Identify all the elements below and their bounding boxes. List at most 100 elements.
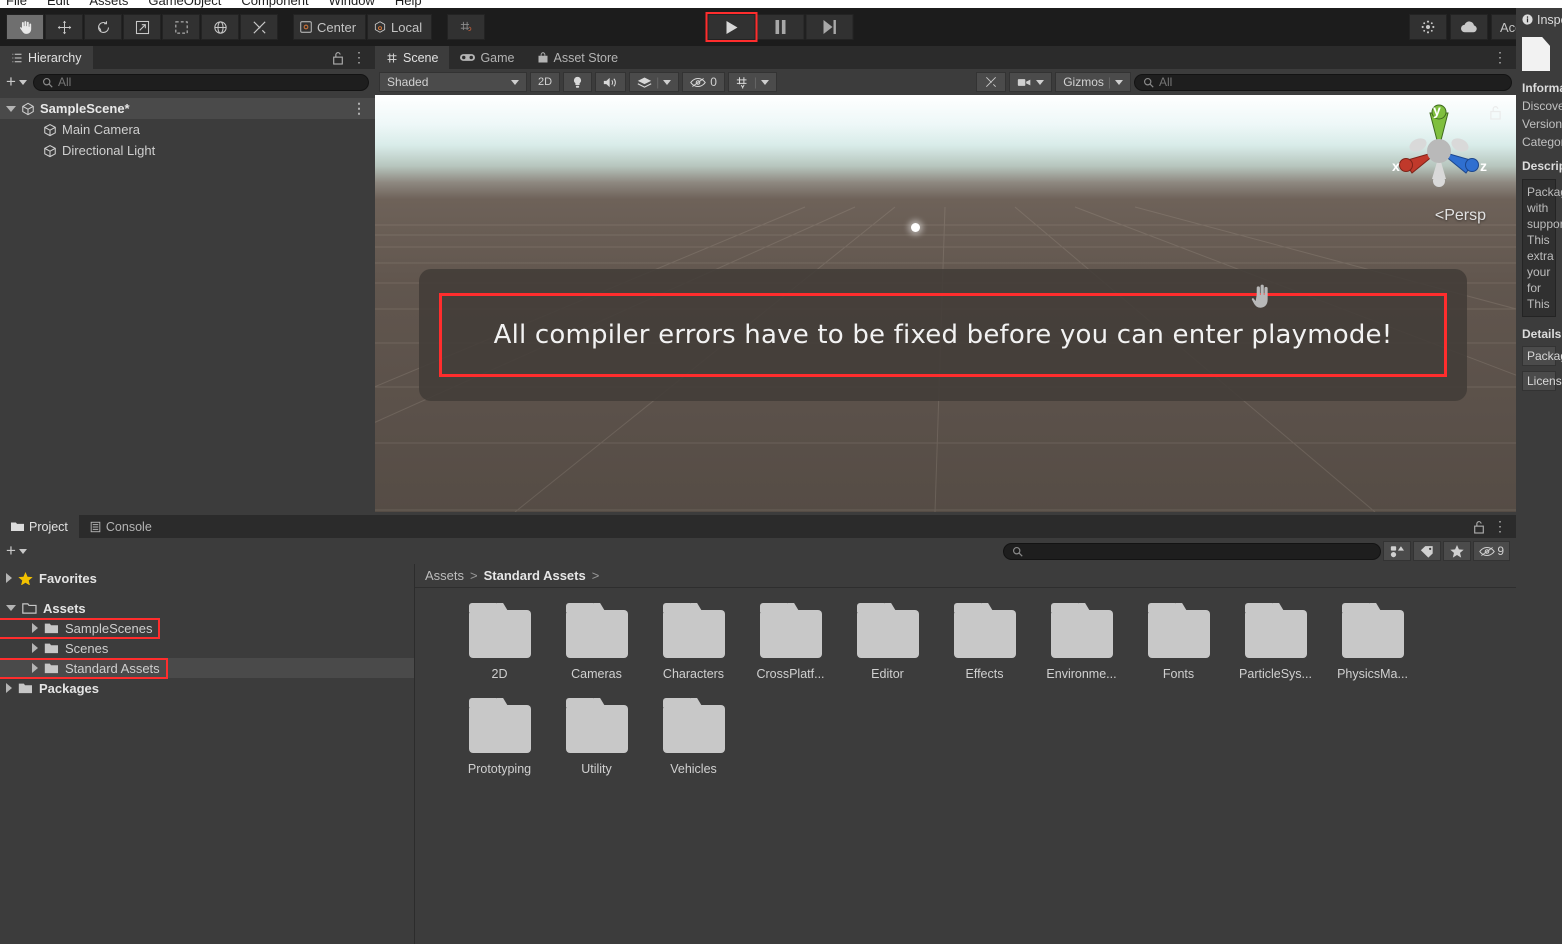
menu-item-window[interactable]: Window <box>329 0 375 8</box>
scene-lock-icon[interactable] <box>1489 105 1502 120</box>
tab-project[interactable]: Project <box>0 515 79 538</box>
pivot-mode-button[interactable]: Center <box>293 14 367 40</box>
game-tab-icon <box>460 54 476 61</box>
tab-scene[interactable]: Scene <box>375 46 450 69</box>
expand-arrow-icon[interactable] <box>6 605 16 611</box>
expand-arrow-icon[interactable] <box>32 663 38 673</box>
scene-tools-button[interactable] <box>976 72 1007 92</box>
handle-mode-button[interactable]: Local <box>367 14 433 40</box>
expand-arrow-icon[interactable] <box>6 683 12 693</box>
hierarchy-item-samplescene-[interactable]: SampleScene* ⋮ <box>0 98 375 119</box>
breadcrumb-item-standard-assets[interactable]: Standard Assets <box>484 568 586 583</box>
tab-inspector[interactable]: Inspector <box>1516 8 1562 31</box>
menu-item-gameobject[interactable]: GameObject <box>148 0 221 8</box>
main-toolbar: Center Local <box>0 8 1562 46</box>
tab-console[interactable]: Console <box>78 515 163 538</box>
scene-fx-dropdown[interactable]: | <box>629 72 680 92</box>
two-d-toggle[interactable]: 2D <box>530 72 561 92</box>
scene-grid-dropdown[interactable]: | <box>727 72 777 92</box>
hierarchy-item-directional-light[interactable]: Directional Light <box>0 140 375 161</box>
custom-tool-button[interactable] <box>240 14 278 40</box>
scene-viewport[interactable]: x z y <Persp All compiler errors have to… <box>375 95 1516 512</box>
rect-transform-icon <box>174 20 188 34</box>
asset-folder-item[interactable]: Vehicles <box>645 698 742 776</box>
draw-mode-dropdown[interactable]: Shaded <box>379 72 527 92</box>
asset-folder-item[interactable]: Editor <box>839 603 936 681</box>
asset-folder-item[interactable]: Fonts <box>1130 603 1227 681</box>
lock-icon[interactable] <box>332 51 344 65</box>
asset-folder-item[interactable]: ParticleSys... <box>1227 603 1324 681</box>
asset-folder-item[interactable]: Cameras <box>548 603 645 681</box>
expand-arrow-icon[interactable] <box>32 643 38 653</box>
hierarchy-add-button[interactable]: + <box>6 72 27 92</box>
favorite-filter-button[interactable] <box>1443 541 1472 561</box>
label-filter-button[interactable] <box>1413 541 1442 561</box>
rotate-tool-button[interactable] <box>84 14 122 40</box>
cloud-button[interactable] <box>1450 14 1489 40</box>
asset-folder-item[interactable]: Effects <box>936 603 1033 681</box>
scene-view-gizmo[interactable]: x z y <box>1384 103 1494 203</box>
asset-folder-item[interactable]: 2D <box>451 603 548 681</box>
hierarchy-scene-menu-icon[interactable]: ⋮ <box>352 100 367 117</box>
asset-folder-item[interactable]: Characters <box>645 603 742 681</box>
scene-menu-icon[interactable]: ⋮ <box>1493 49 1508 66</box>
project-tree-item-favorites[interactable]: Favorites <box>0 568 414 588</box>
menu-item-file[interactable]: File <box>6 0 27 8</box>
folder-icon <box>44 643 58 653</box>
rect-tool-button[interactable] <box>162 14 200 40</box>
tab-hierarchy[interactable]: Hierarchy <box>0 46 93 69</box>
inspector-detail-button[interactable]: License <box>1522 371 1562 391</box>
menu-item-assets[interactable]: Assets <box>89 0 128 8</box>
asset-filter-button[interactable] <box>1383 541 1412 561</box>
projection-label[interactable]: <Persp <box>1435 207 1486 225</box>
step-button[interactable] <box>805 14 854 40</box>
hierarchy-search-input[interactable]: All <box>32 73 369 91</box>
project-tree-item-samplescenes[interactable]: SampleScenes <box>0 617 414 639</box>
scene-camera-dropdown[interactable] <box>1009 72 1053 92</box>
menu-item-edit[interactable]: Edit <box>47 0 69 8</box>
menu-bar[interactable]: File Edit Assets GameObject Component Window H… <box>0 0 1562 8</box>
hierarchy-item-main-camera[interactable]: Main Camera <box>0 119 375 140</box>
tab-console-label: Console <box>105 519 152 534</box>
asset-folder-item[interactable]: CrossPlatf... <box>742 603 839 681</box>
play-button[interactable] <box>705 12 758 42</box>
scene-search-input[interactable]: All <box>1134 73 1512 91</box>
inspector-detail-button[interactable]: Package <box>1522 346 1562 366</box>
hierarchy-menu-icon[interactable]: ⋮ <box>352 49 367 66</box>
menu-item-component[interactable]: Component <box>241 0 308 8</box>
tab-game[interactable]: Game <box>449 46 526 69</box>
pause-button[interactable] <box>756 14 805 40</box>
project-tree-item-assets[interactable]: Assets <box>0 598 414 618</box>
project-search-input[interactable] <box>1003 542 1382 560</box>
scene-audio-toggle[interactable] <box>595 72 627 92</box>
services-button[interactable] <box>1409 14 1448 40</box>
asset-folder-item[interactable]: Utility <box>548 698 645 776</box>
folder-icon <box>1341 603 1404 658</box>
expand-arrow-icon[interactable] <box>6 573 12 583</box>
asset-folder-item[interactable]: Prototyping <box>451 698 548 776</box>
tree-item-content: Packages <box>0 680 105 697</box>
scale-tool-button[interactable] <box>123 14 161 40</box>
asset-folder-item[interactable]: PhysicsMa... <box>1324 603 1421 681</box>
expand-arrow-icon[interactable] <box>32 623 38 633</box>
hierarchy-item-label: SampleScene* <box>40 101 130 116</box>
menu-item-help[interactable]: Help <box>395 0 422 8</box>
breadcrumb-item-assets[interactable]: Assets <box>425 568 464 583</box>
scene-lighting-toggle[interactable] <box>563 72 593 92</box>
hidden-packages-button[interactable]: 9 <box>1473 541 1510 561</box>
hand-tool-button[interactable] <box>6 14 44 40</box>
tab-asset-store[interactable]: Asset Store <box>525 46 630 69</box>
grid-snapping-button[interactable] <box>447 14 486 40</box>
project-tree-item-standard-assets[interactable]: Standard Assets <box>0 657 414 679</box>
transform-tool-button[interactable] <box>201 14 239 40</box>
project-add-button[interactable]: + <box>6 541 27 561</box>
project-tree-item-packages[interactable]: Packages <box>0 678 414 698</box>
expand-arrow-icon[interactable] <box>6 105 16 112</box>
gizmos-dropdown[interactable]: Gizmos | <box>1055 72 1131 92</box>
project-menu-icon[interactable]: ⋮ <box>1493 518 1508 535</box>
move-tool-button[interactable] <box>45 14 83 40</box>
asset-folder-item[interactable]: Environme... <box>1033 603 1130 681</box>
project-tree-item-scenes[interactable]: Scenes <box>0 638 414 658</box>
scene-hidden-objects[interactable]: 0 <box>682 72 725 92</box>
lock-icon[interactable] <box>1473 520 1485 534</box>
